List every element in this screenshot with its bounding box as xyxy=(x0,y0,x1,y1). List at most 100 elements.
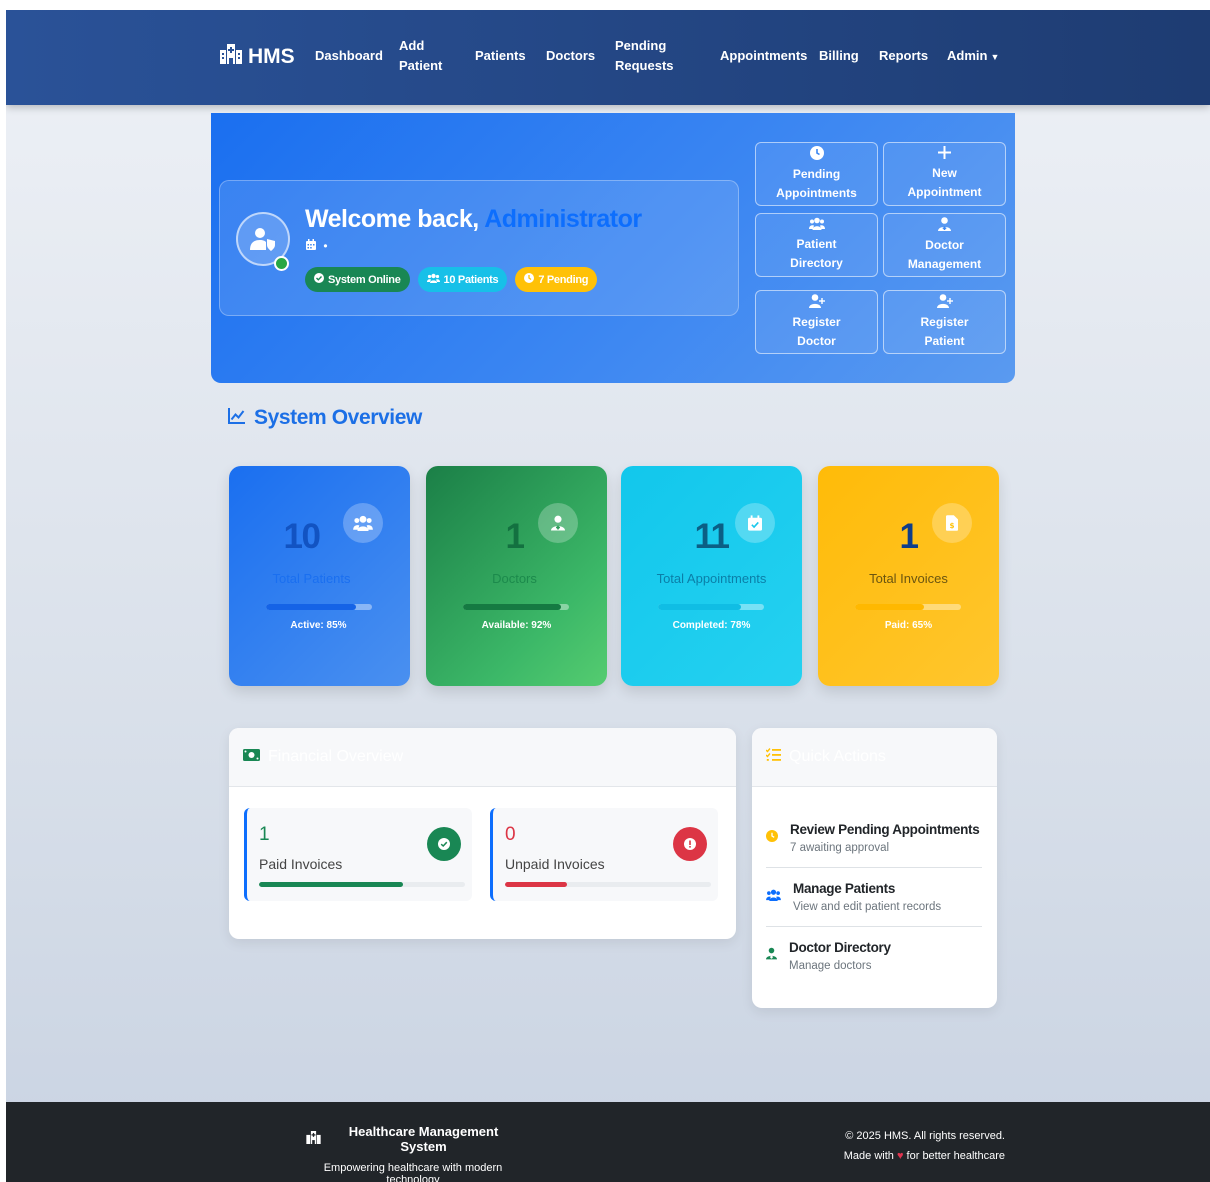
top-navbar: HMS Dashboard Add Patient Patients Docto… xyxy=(6,10,1210,105)
nav-dashboard[interactable]: Dashboard xyxy=(315,46,383,66)
stat-subtext: Available: 92% xyxy=(481,620,552,631)
qa-doctor-directory[interactable]: Doctor Directory Manage doctors xyxy=(766,926,982,985)
status-badges: System Online 10 Patients 7 Pending xyxy=(305,267,598,292)
stat-card-patients[interactable]: 10 Total Patients Active: 85% xyxy=(229,466,410,686)
quick-actions-title: Quick Actions xyxy=(789,748,886,765)
plus-icon xyxy=(938,146,951,163)
footer-copyright: © 2025 HMS. All rights reserved. xyxy=(845,1130,1005,1142)
stat-label: Total Invoices xyxy=(869,571,948,586)
user-plus-icon xyxy=(936,293,953,312)
users-icon xyxy=(343,503,383,543)
nav-patients[interactable]: Patients xyxy=(475,46,526,66)
calendar-icon xyxy=(306,239,319,253)
system-online-label: System Online xyxy=(328,273,401,286)
financial-overview-header: Financial Overview xyxy=(229,728,736,787)
patient-directory-button[interactable]: Patient Directory xyxy=(755,213,878,277)
stat-progress-bar xyxy=(855,604,961,610)
quick-actions-header: Quick Actions xyxy=(752,728,997,787)
made-with-suffix: for better healthcare xyxy=(906,1150,1005,1162)
system-overview-title: System Overview xyxy=(254,406,422,429)
money-bill-icon xyxy=(243,748,260,766)
qa-item-title: Manage Patients xyxy=(793,880,896,896)
heart-icon: ♥ xyxy=(896,1150,904,1162)
stat-card-doctors[interactable]: 1 Doctors Available: 92% xyxy=(426,466,607,686)
qa-review-pending[interactable]: Review Pending Appointments 7 awaiting a… xyxy=(766,808,982,867)
check-circle-icon xyxy=(427,827,461,861)
quick-actions-panel: Quick Actions Review Pending Appointment… xyxy=(752,728,997,1008)
online-status-dot xyxy=(274,256,289,271)
list-check-icon xyxy=(765,748,781,766)
financial-overview-panel: Financial Overview 1 Paid Invoices 0 Unp… xyxy=(229,728,736,939)
doctor-icon xyxy=(538,503,578,543)
paid-progress-bar xyxy=(259,882,465,887)
stat-label: Total Appointments xyxy=(656,571,767,586)
clock-icon xyxy=(524,273,535,286)
nav-reports[interactable]: Reports xyxy=(879,46,928,66)
stat-progress-fill xyxy=(855,604,924,610)
pending-badge: 7 Pending xyxy=(515,267,598,292)
hospital-icon xyxy=(220,44,242,70)
welcome-prefix: Welcome back, xyxy=(305,205,485,233)
paid-invoices-card[interactable]: 1 Paid Invoices xyxy=(244,808,472,901)
nav-pending-requests[interactable]: Pending Requests xyxy=(615,36,677,76)
brand-link[interactable]: HMS xyxy=(220,44,295,70)
doctor-management-button[interactable]: Doctor Management xyxy=(883,213,1006,277)
check-circle-icon xyxy=(314,273,324,286)
register-doctor-button[interactable]: Register Doctor xyxy=(755,290,878,354)
stat-card-appointments[interactable]: 11 Total Appointments Completed: 78% xyxy=(621,466,802,686)
caret-down-icon: ▼ xyxy=(990,52,1000,62)
nav-appointments[interactable]: Appointments xyxy=(720,46,807,66)
pending-badge-label: 7 Pending xyxy=(538,273,589,286)
brand-text: HMS xyxy=(248,45,295,68)
register-patient-label: Register Patient xyxy=(920,314,969,348)
app-viewport: HMS Dashboard Add Patient Patients Docto… xyxy=(6,10,1210,1182)
footer-title: Healthcare Management System xyxy=(348,1124,499,1154)
hospital-icon xyxy=(306,1131,321,1147)
qa-item-subtitle: Manage doctors xyxy=(789,959,872,972)
system-online-badge: System Online xyxy=(305,267,410,292)
exclamation-circle-icon xyxy=(673,827,707,861)
qa-item-subtitle: 7 awaiting approval xyxy=(790,841,890,854)
chart-line-icon xyxy=(228,406,245,430)
stat-progress-bar xyxy=(266,604,372,610)
pending-appointments-button[interactable]: Pending Appointments xyxy=(755,142,878,206)
page-footer: Healthcare Management System Empowering … xyxy=(6,1102,1210,1182)
nav-doctors[interactable]: Doctors xyxy=(546,46,595,66)
qa-item-subtitle: View and edit patient records xyxy=(793,900,942,913)
qa-manage-patients[interactable]: Manage Patients View and edit patient re… xyxy=(766,867,982,926)
nav-admin-label: Admin xyxy=(947,48,988,63)
register-patient-button[interactable]: Register Patient xyxy=(883,290,1006,354)
welcome-date: • xyxy=(306,239,328,253)
unpaid-invoices-card[interactable]: 0 Unpaid Invoices xyxy=(490,808,718,901)
date-text: • xyxy=(323,239,328,253)
unpaid-invoices-value: 0 xyxy=(505,824,516,845)
stat-label: Doctors xyxy=(492,571,537,586)
welcome-card: Welcome back, Administrator • System Onl… xyxy=(219,180,739,316)
svg-text:$: $ xyxy=(949,521,954,530)
stat-progress-fill xyxy=(658,604,741,610)
paid-progress-fill xyxy=(259,882,404,887)
calendar-check-icon xyxy=(735,503,775,543)
nav-billing[interactable]: Billing xyxy=(819,46,859,66)
user-name: Administrator xyxy=(484,205,642,233)
qa-item-title: Review Pending Appointments xyxy=(790,821,980,837)
user-plus-icon xyxy=(808,293,825,312)
nav-admin-dropdown[interactable]: Admin ▼ xyxy=(947,46,999,67)
users-icon xyxy=(426,273,440,286)
unpaid-progress-bar xyxy=(505,882,711,887)
unpaid-progress-fill xyxy=(505,882,567,887)
avatar xyxy=(236,212,290,286)
footer-title-row: Healthcare Management System xyxy=(306,1124,520,1154)
new-appointment-label: New Appointment xyxy=(907,166,982,199)
paid-invoices-label: Paid Invoices xyxy=(259,856,343,872)
footer-brand: Healthcare Management System Empowering … xyxy=(306,1124,520,1182)
footer-made-with: Made with ♥ for better healthcare xyxy=(844,1146,1005,1166)
stat-progress-bar xyxy=(463,604,569,610)
stat-card-invoices[interactable]: 1 $ Total Invoices Paid: 65% xyxy=(818,466,999,686)
made-with-prefix: Made with xyxy=(843,1150,894,1162)
doctor-icon xyxy=(766,947,777,965)
stat-subtext: Completed: 78% xyxy=(672,620,751,631)
new-appointment-button[interactable]: New Appointment xyxy=(883,142,1006,206)
nav-add-patient[interactable]: Add Patient xyxy=(399,36,447,76)
financial-overview-title: Financial Overview xyxy=(268,748,404,765)
